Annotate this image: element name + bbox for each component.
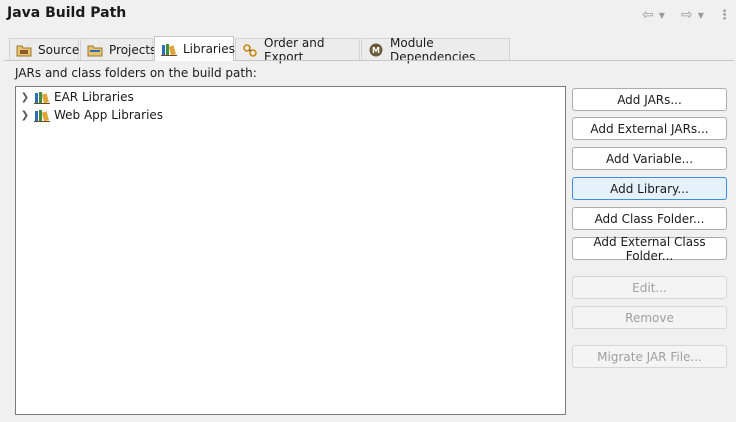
build-path-label: JARs and class folders on the build path… xyxy=(15,66,257,80)
module-icon: M xyxy=(368,42,384,58)
vertical-ellipsis-icon: ⋮ xyxy=(718,7,731,23)
remove-button[interactable]: Remove xyxy=(572,306,727,329)
chevron-down-icon: ▼ xyxy=(658,10,665,20)
arrow-right-icon: ⇨ xyxy=(681,7,693,23)
chevron-right-icon[interactable]: ❯ xyxy=(20,92,30,103)
arrow-left-icon: ⇦ xyxy=(642,7,654,23)
tab-projects[interactable]: Projects xyxy=(80,38,157,60)
source-folder-icon xyxy=(16,42,32,58)
library-tree[interactable]: ❯ EAR Libraries ❯ Web App Libraries xyxy=(15,86,566,415)
library-icon xyxy=(161,41,177,57)
tree-item-web-app-libraries[interactable]: ❯ Web App Libraries xyxy=(20,106,163,124)
tab-label: Source xyxy=(38,42,80,57)
project-folder-icon xyxy=(87,42,103,58)
chevron-down-icon: ▼ xyxy=(697,10,704,20)
library-icon xyxy=(34,90,50,104)
tab-label: Projects xyxy=(109,42,157,57)
add-jars-button[interactable]: Add JARs... xyxy=(572,88,727,111)
tab-order-export[interactable]: Order and Export xyxy=(235,36,360,64)
tab-bar: Source Projects Libraries Order and Expo… xyxy=(0,36,736,64)
chevron-right-icon[interactable]: ❯ xyxy=(20,110,30,121)
tab-module-dependencies[interactable]: M Module Dependencies xyxy=(361,36,510,64)
migrate-jar-file-button[interactable]: Migrate JAR File... xyxy=(572,345,727,368)
order-export-icon xyxy=(242,42,258,58)
tab-label: Libraries xyxy=(183,42,235,56)
tab-source[interactable]: Source xyxy=(9,38,79,60)
forward-button[interactable]: ⇨ ▼ xyxy=(681,6,704,24)
tree-item-ear-libraries[interactable]: ❯ EAR Libraries xyxy=(20,88,134,106)
add-variable-button[interactable]: Add Variable... xyxy=(572,147,727,170)
add-external-class-folder-button[interactable]: Add External Class Folder... xyxy=(572,235,727,263)
page-title: Java Build Path xyxy=(7,5,127,21)
library-icon xyxy=(34,108,50,122)
back-button[interactable]: ⇦ ▼ xyxy=(642,6,665,24)
add-external-jars-button[interactable]: Add External JARs... xyxy=(572,117,727,140)
add-class-folder-button[interactable]: Add Class Folder... xyxy=(572,207,727,230)
page-header: Java Build Path ⇦ ▼ ⇨ ▼ ⋮ xyxy=(0,0,736,30)
svg-text:M: M xyxy=(372,46,380,55)
tree-item-label: Web App Libraries xyxy=(54,108,164,122)
view-menu-button[interactable]: ⋮ xyxy=(718,6,731,24)
tree-item-label: EAR Libraries xyxy=(54,90,134,104)
tab-libraries[interactable]: Libraries xyxy=(154,36,235,61)
add-library-button[interactable]: Add Library... xyxy=(572,177,727,200)
edit-button[interactable]: Edit... xyxy=(572,276,727,299)
